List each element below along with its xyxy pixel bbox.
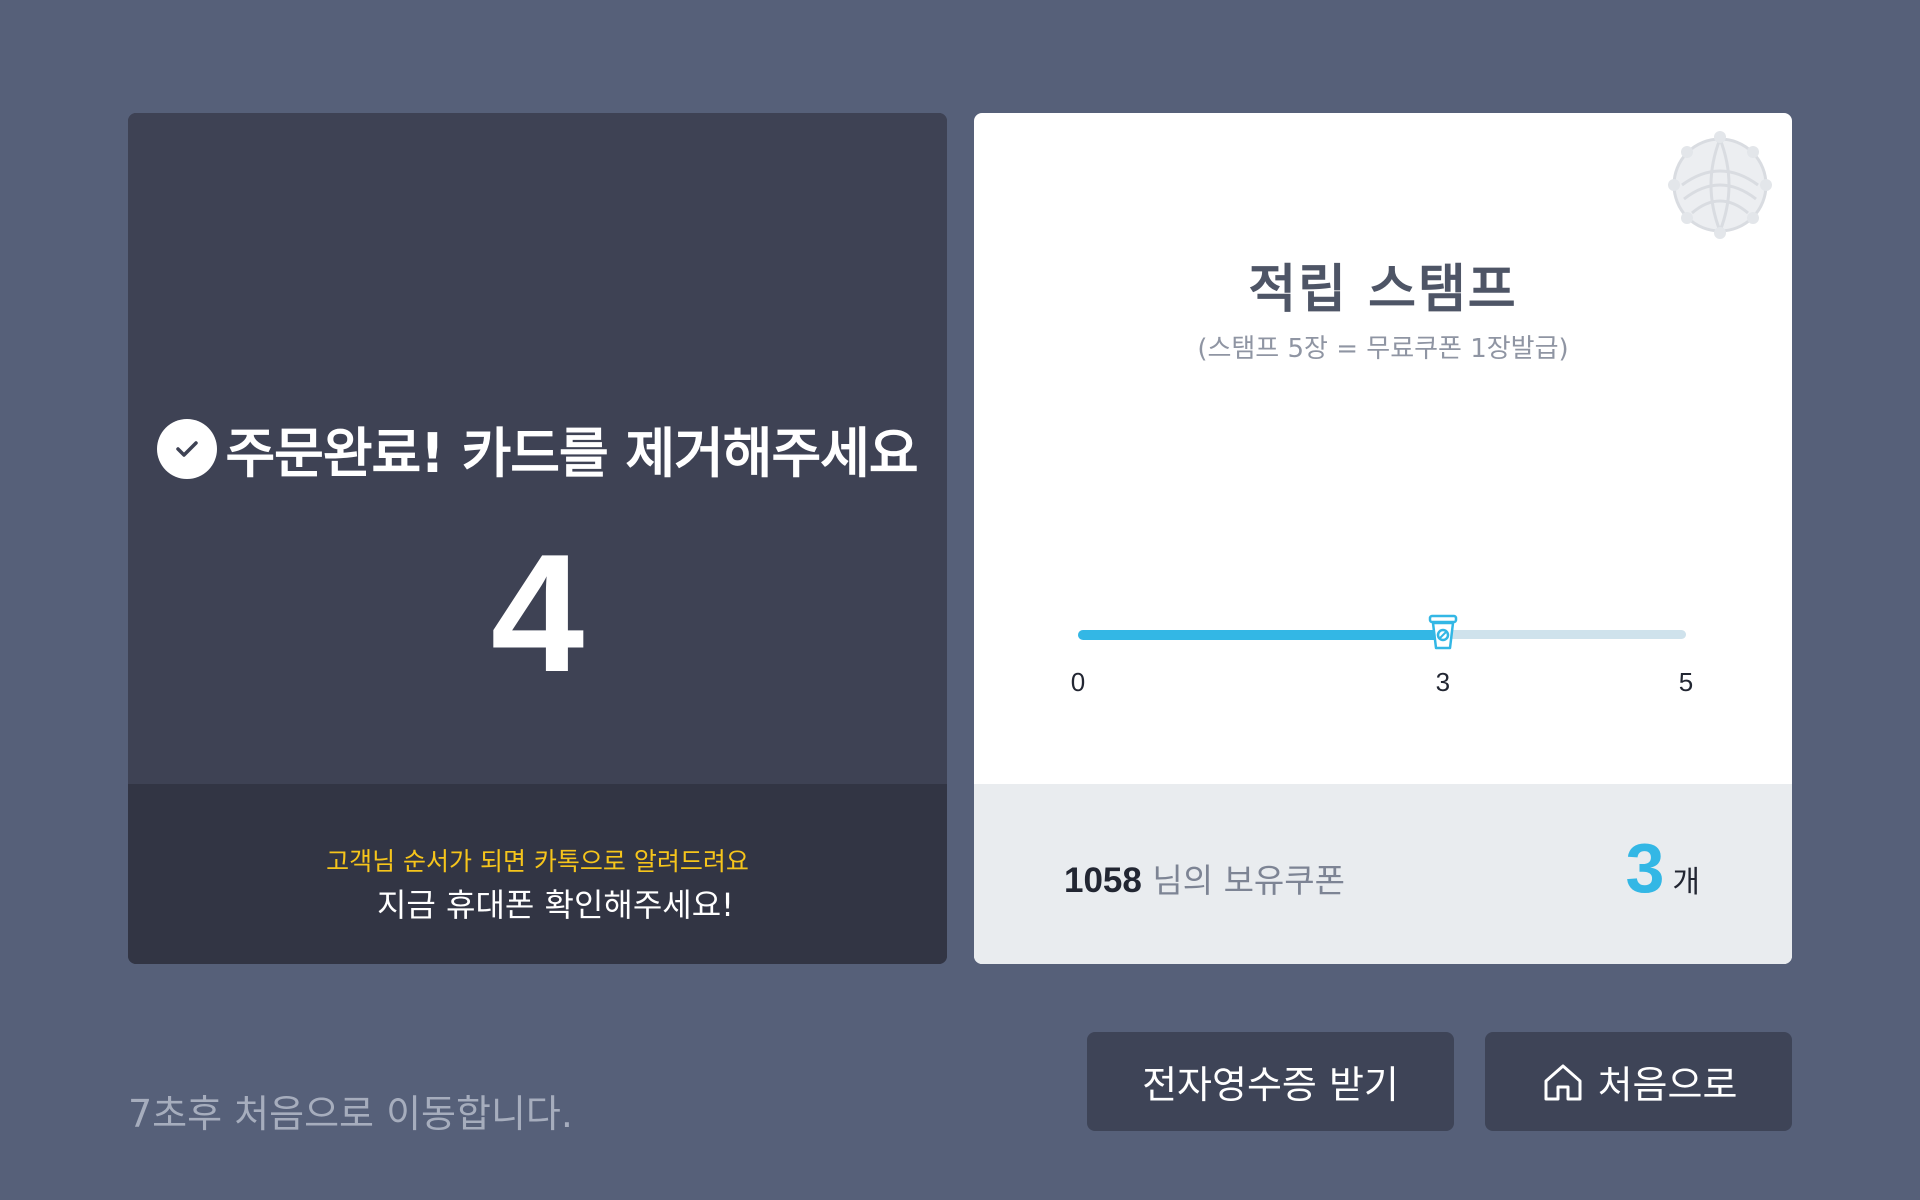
- coupon-user-number: 1058: [1064, 861, 1142, 900]
- phone-check-text: 지금 휴대폰 확인해주세요!: [376, 886, 734, 924]
- stamp-progress-tick-min: 0: [1070, 667, 1086, 697]
- order-number: 4: [490, 519, 585, 707]
- order-main-panel: 주문완료! 카드를 제거해주세요 4: [128, 113, 947, 784]
- order-complete-title-row: 주문완료! 카드를 제거해주세요: [128, 409, 947, 488]
- coffee-cup-icon: [1428, 614, 1458, 650]
- kakao-notice-text: 고객님 순서가 되면 카톡으로 알려드려요: [326, 847, 749, 876]
- coupon-footer: 1058 님의 보유쿠폰 3개: [974, 784, 1792, 964]
- stamp-progress-tick-current: 3: [1435, 667, 1451, 697]
- stamp-subtitle: (스탬프 5장 = 무료쿠폰 1장발급): [1197, 334, 1569, 364]
- order-complete-card: 주문완료! 카드를 제거해주세요 4 고객님 순서가 되면 카톡으로 알려드려요…: [128, 113, 947, 964]
- home-button[interactable]: 처음으로: [1485, 1032, 1792, 1131]
- stamp-card: 적립 스탬프 (스탬프 5장 = 무료쿠폰 1장발급) 0 3 5 1058 님…: [974, 113, 1792, 964]
- coupon-owner-label: 1058 님의 보유쿠폰: [1064, 854, 1345, 902]
- countdown-text: 7초후 처음으로 이동합니다.: [128, 1092, 573, 1136]
- home-button-label: 처음으로: [1597, 1063, 1738, 1107]
- coupon-label-text: 님의 보유쿠폰: [1141, 861, 1346, 900]
- order-complete-screen: 주문완료! 카드를 제거해주세요 4 고객님 순서가 되면 카톡으로 알려드려요…: [0, 0, 1920, 1200]
- order-notice-footer: 고객님 순서가 되면 카톡으로 알려드려요 지금 휴대폰 확인해주세요!: [128, 784, 947, 964]
- e-receipt-button-label: 전자영수증 받기: [1142, 1063, 1399, 1107]
- stamp-seal-icon: [1668, 131, 1772, 239]
- stamp-progress-bar: 0 3 5: [1071, 613, 1693, 713]
- home-icon: [1544, 1064, 1582, 1100]
- stamp-progress-tick-max: 5: [1678, 667, 1694, 697]
- check-circle-icon: [157, 418, 218, 479]
- coupon-count-number: 3: [1625, 829, 1665, 907]
- order-complete-title: 주문완료! 카드를 제거해주세요: [225, 422, 918, 485]
- stamp-progress-fill: [1078, 630, 1443, 640]
- coupon-count: 3개: [1625, 828, 1700, 908]
- coupon-count-unit: 개: [1672, 865, 1700, 900]
- e-receipt-button[interactable]: 전자영수증 받기: [1087, 1032, 1454, 1131]
- stamp-title: 적립 스탬프: [1248, 260, 1518, 320]
